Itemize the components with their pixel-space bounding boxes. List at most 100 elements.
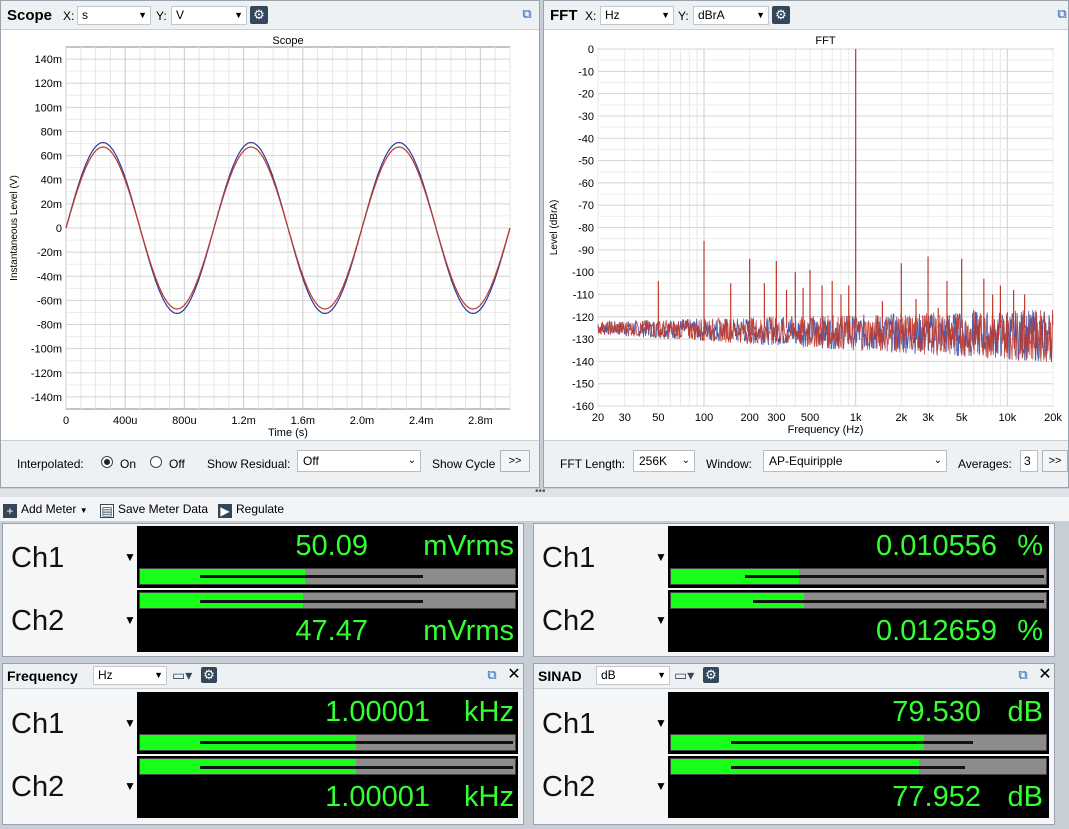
fft-length-select[interactable]: 256K ⌄	[633, 450, 695, 472]
fft-x-unit-select[interactable]: Hz ▼	[600, 6, 674, 25]
sinad-ch1-display: 79.530 dB	[668, 692, 1049, 754]
chevron-down-icon: ▼	[154, 670, 163, 680]
fft-length-value: 256K	[639, 454, 668, 468]
sinad-ch2-value: 77.952	[892, 781, 981, 813]
chart-type-icon[interactable]: ▭▾	[674, 667, 694, 684]
level-ch1-label: Ch1	[11, 542, 65, 574]
fft-length-label: FFT Length:	[560, 457, 626, 471]
fft-x-label: X:	[585, 9, 597, 23]
interpolated-on-radio[interactable]	[101, 456, 113, 468]
sinad-ch2-bar-peak	[731, 766, 966, 769]
sinad-close-icon[interactable]: ✕	[1038, 667, 1052, 683]
fft-popout-icon[interactable]: ⧉	[1055, 7, 1069, 21]
fft-x-tick-label: 100	[695, 412, 713, 424]
scope-y-tick-label: -60m	[37, 295, 62, 307]
thdn-meter-panel: Ch1 ▼ 0.010556 % Ch2 ▼ 0.012659 %	[533, 523, 1055, 657]
sinad-popout-icon[interactable]: ⧉	[1016, 668, 1030, 682]
scope-more-button[interactable]: >>	[500, 450, 530, 472]
show-residual-select[interactable]: Off ⌄	[297, 450, 421, 472]
averages-input[interactable]: 3	[1020, 450, 1038, 472]
window-label: Window:	[706, 457, 753, 471]
level-ch2-display: 47.47 mVrms	[137, 590, 518, 652]
interpolated-off-radio[interactable]	[150, 456, 162, 468]
fft-more-button[interactable]: >>	[1042, 450, 1068, 472]
fft-x-tick-label: 200	[740, 412, 758, 424]
show-residual-label: Show Residual:	[207, 457, 291, 471]
sinad-unit-select[interactable]: dB ▼	[596, 666, 670, 685]
frequency-close-icon[interactable]: ✕	[507, 667, 521, 683]
level-ch2-row: Ch2 ▼ 47.47 mVrms	[3, 590, 523, 654]
thdn-ch1-display: 0.010556 %	[668, 526, 1049, 588]
panel-splitter[interactable]: •••	[0, 486, 1069, 497]
show-cycle-label: Show Cycle	[432, 457, 496, 471]
fft-x-tick-label: 2k	[896, 412, 908, 424]
chevron-down-icon: ⌄	[407, 455, 416, 466]
frequency-ch2-dropdown-icon[interactable]: ▼	[124, 779, 136, 793]
frequency-ch2-unit: kHz	[464, 781, 514, 813]
fft-y-unit-select[interactable]: dBrA ▼	[693, 6, 769, 25]
thdn-ch1-dropdown-icon[interactable]: ▼	[655, 550, 667, 564]
fft-x-axis-label: Frequency (Hz)	[788, 424, 864, 436]
sinad-settings-gear-icon[interactable]: ⚙	[703, 667, 719, 683]
scope-settings-gear-icon[interactable]: ⚙	[250, 6, 268, 24]
sinad-ch2-dropdown-icon[interactable]: ▼	[655, 779, 667, 793]
fft-y-label: Y:	[678, 9, 689, 23]
frequency-unit-value: Hz	[98, 668, 113, 682]
scope-x-tick-label: 1.6m	[291, 415, 315, 427]
chart-type-icon[interactable]: ▭▾	[172, 667, 192, 684]
thdn-ch2-dropdown-icon[interactable]: ▼	[655, 613, 667, 627]
fft-y-tick-label: -50	[578, 156, 594, 168]
fft-x-tick-label: 20	[592, 412, 604, 424]
scope-x-unit-select[interactable]: s ▼	[77, 6, 151, 25]
level-ch1-value: 50.09	[295, 530, 368, 562]
scope-popout-icon[interactable]: ⧉	[520, 7, 534, 21]
level-ch1-bar	[139, 568, 516, 585]
level-ch2-dropdown-icon[interactable]: ▼	[124, 613, 136, 627]
fft-panel: FFT X: Hz ▼ Y: dBrA ▼ ⚙ ⧉ FFT 20 30 50 100 200 3…	[543, 0, 1069, 488]
sinad-ch1-dropdown-icon[interactable]: ▼	[655, 716, 667, 730]
fft-x-tick-label: 1k	[850, 412, 862, 424]
sinad-ch1-label: Ch1	[542, 708, 596, 740]
fft-x-tick-label: 5k	[956, 412, 968, 424]
scope-chart: Scope 0 400u 800u 1.2m 1.6m 2.0m 2.4m 2.8m 140m 12…	[9, 35, 511, 439]
chevron-down-icon: ▼	[79, 506, 88, 515]
add-meter-button[interactable]: + Add Meter ▼	[3, 500, 88, 518]
fft-y-tick-label: -100	[572, 267, 594, 279]
interpolated-on-label: On	[120, 457, 137, 471]
save-meter-data-button[interactable]: ▤ Save Meter Data	[100, 500, 208, 518]
frequency-ch1-bar	[139, 734, 516, 751]
regulate-button[interactable]: ▶ Regulate	[218, 500, 284, 518]
level-ch1-dropdown-icon[interactable]: ▼	[124, 550, 136, 564]
frequency-ch1-dropdown-icon[interactable]: ▼	[124, 716, 136, 730]
level-ch2-bar	[139, 592, 516, 609]
regulate-label: Regulate	[236, 502, 285, 516]
scope-y-unit-select[interactable]: V ▼	[171, 6, 247, 25]
add-meter-label: Add Meter	[21, 502, 77, 516]
sinad-ch1-bar-peak	[731, 741, 973, 744]
frequency-ch1-row: Ch1 ▼ 1.00001 kHz	[3, 692, 523, 756]
chevron-down-icon: ▼	[657, 670, 666, 680]
fft-x-tick-label: 30	[619, 412, 631, 424]
level-ch2-unit: mVrms	[423, 615, 514, 647]
scope-x-tick-label: 1.2m	[231, 415, 255, 427]
frequency-ch1-value: 1.00001	[325, 696, 430, 728]
fft-settings-gear-icon[interactable]: ⚙	[772, 6, 790, 24]
window-select[interactable]: AP-Equiripple ⌄	[763, 450, 947, 472]
chevron-down-icon: ▼	[756, 10, 765, 20]
thdn-ch2-row: Ch2 ▼ 0.012659 %	[534, 590, 1054, 654]
fft-chart: FFT 20 30 50 100 200 300 500 1k 2k 3k 5k 10k 20k 0 -10 -…	[549, 35, 1062, 436]
scope-y-unit-value: V	[176, 8, 185, 22]
frequency-settings-gear-icon[interactable]: ⚙	[201, 667, 217, 683]
chevron-down-icon: ▼	[138, 10, 147, 20]
level-ch2-value: 47.47	[295, 615, 368, 647]
fft-y-tick-label: -110	[573, 289, 594, 301]
fft-y-tick-label: -150	[572, 379, 594, 391]
fft-title: FFT	[550, 7, 578, 24]
frequency-popout-icon[interactable]: ⧉	[485, 668, 499, 682]
thdn-ch1-row: Ch1 ▼ 0.010556 %	[534, 526, 1054, 590]
frequency-unit-select[interactable]: Hz ▼	[93, 666, 167, 685]
scope-plot: Scope 0 400u 800u 1.2m 1.6m 2.0m 2.4m 2.8m 140m 12…	[1, 30, 539, 442]
scope-y-tick-label: -40m	[37, 271, 62, 283]
save-icon: ▤	[100, 504, 114, 518]
fft-x-tick-label: 20k	[1044, 412, 1062, 424]
